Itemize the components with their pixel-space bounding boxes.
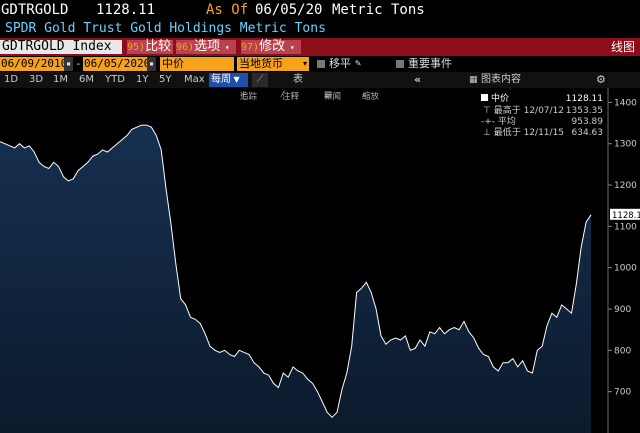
end-date-field[interactable]: 06/05/2020 bbox=[83, 57, 150, 71]
y-tick-label: 900 bbox=[614, 305, 631, 315]
legend-avg-row: -+- 平均 953.89 bbox=[474, 117, 606, 128]
start-calendar-icon[interactable]: ▪ bbox=[64, 57, 73, 71]
chart-area: 700 800 900 1000 1100 1200 1300 1400 1128.1 bbox=[0, 88, 640, 433]
compare-button[interactable]: 95)比较 bbox=[127, 40, 173, 54]
y-tick-label: 1200 bbox=[614, 181, 637, 191]
high-marker-icon: ⊤ bbox=[483, 106, 494, 116]
compare-num: 95) bbox=[127, 42, 146, 53]
annotate-label: 注释 bbox=[282, 92, 300, 102]
timeframe-ytd[interactable]: YTD bbox=[105, 72, 125, 88]
y-tick-label: 1000 bbox=[614, 264, 637, 274]
compare-label: 比较 bbox=[145, 39, 172, 54]
period-caret-icon: ▼ bbox=[231, 75, 240, 84]
legend-avg-label: 平均 bbox=[497, 117, 516, 127]
options-button[interactable]: 96)选项 ▾ bbox=[176, 40, 236, 54]
end-calendar-icon[interactable]: ▪ bbox=[147, 57, 156, 71]
as-of-label: As Of bbox=[206, 2, 249, 18]
edit-button[interactable]: 97)修改 ▾ bbox=[241, 40, 301, 54]
options-num: 96) bbox=[176, 42, 195, 53]
as-of-date: 06/05/20 bbox=[255, 2, 323, 18]
edit-caret-icon: ▾ bbox=[285, 43, 295, 52]
start-date-field[interactable]: 06/09/2010 bbox=[0, 57, 67, 71]
legend-high-label: 最高于 bbox=[493, 106, 521, 116]
y-tick-label: 800 bbox=[614, 346, 631, 356]
chart-legend: 中价 1128.11 ⊤ 最高于 12/07/12 1353.35 -+- 平均 95… bbox=[474, 91, 606, 139]
y-tick-label: 1100 bbox=[614, 222, 637, 232]
line-chart-icon[interactable]: ⟋ bbox=[252, 73, 268, 87]
legend-low-label: 最低于 bbox=[493, 128, 521, 138]
series-swatch bbox=[481, 94, 488, 101]
pencil-icon[interactable]: ✎ bbox=[355, 56, 361, 72]
chart-type-label: 线图 bbox=[611, 40, 636, 54]
edit-num: 97) bbox=[241, 42, 260, 53]
avg-marker-icon: -+- bbox=[481, 117, 498, 127]
legend-high-row: ⊤ 最高于 12/07/12 1353.35 bbox=[474, 106, 606, 117]
zoom-label: 缩放 bbox=[362, 92, 380, 102]
description-text: SPDR Gold Trust Gold Holdings Metric Ton… bbox=[5, 21, 326, 36]
last-price: 1128.11 bbox=[96, 2, 156, 18]
timeframe-3d[interactable]: 3D bbox=[29, 72, 43, 88]
events-label: 重要事件 bbox=[408, 57, 452, 70]
low-marker-icon: ⊥ bbox=[483, 128, 494, 138]
security-field[interactable]: GDTRGOLD Index bbox=[0, 40, 122, 54]
period-select[interactable]: 每周 ▼ bbox=[209, 73, 248, 87]
y-axis: 700 800 900 1000 1100 1200 1300 1400 1128.1 bbox=[607, 88, 640, 433]
timeframe-1d[interactable]: 1D bbox=[4, 72, 18, 88]
currency-select[interactable]: 当地货币 ▾ bbox=[237, 57, 309, 71]
shift-checkbox[interactable] bbox=[317, 60, 325, 68]
last-value-label: 1128.1 bbox=[612, 211, 640, 221]
timeframe-5y[interactable]: 5Y bbox=[159, 72, 171, 88]
controls-bar: 06/09/2010 ▪ - 06/05/2020 ▪ 中价 当地货币 ▾ 移平 … bbox=[0, 56, 640, 72]
date-separator: - bbox=[75, 57, 82, 70]
currency-caret-icon: ▾ bbox=[302, 59, 307, 68]
table-view-button[interactable]: 表 bbox=[293, 72, 303, 88]
command-bar: GDTRGOLD Index 95)比较 96)选项 ▾ 97)修改 ▾ 线图 bbox=[0, 38, 640, 56]
timeframe-1m[interactable]: 1M bbox=[53, 72, 68, 88]
legend-high-value: 1353.35 bbox=[565, 106, 603, 116]
series-area bbox=[0, 125, 591, 433]
ticker: GDTRGOLD bbox=[1, 2, 69, 18]
legend-series-row: 中价 1128.11 bbox=[474, 94, 606, 105]
currency-value: 当地货币 bbox=[239, 57, 283, 70]
timeframe-1y[interactable]: 1Y bbox=[136, 72, 148, 88]
news-label: 新闻 bbox=[324, 92, 342, 102]
y-tick-label: 1300 bbox=[614, 140, 637, 150]
timeframe-max[interactable]: Max bbox=[184, 72, 205, 88]
legend-low-date: 12/11/15 bbox=[523, 128, 565, 138]
timeframe-6m[interactable]: 6M bbox=[79, 72, 94, 88]
legend-low-value: 634.63 bbox=[571, 128, 604, 138]
collapse-icon[interactable]: « bbox=[414, 72, 421, 88]
chart-content-icon: ▦ bbox=[469, 75, 478, 85]
options-label: 选项 bbox=[194, 39, 221, 54]
shift-label: 移平 bbox=[329, 57, 351, 70]
chart-content-label[interactable]: 图表内容 bbox=[481, 72, 521, 88]
legend-series-name: 中价 bbox=[491, 94, 510, 104]
y-tick-label: 700 bbox=[614, 388, 631, 398]
legend-series-value: 1128.11 bbox=[565, 94, 603, 104]
period-value: 每周 bbox=[211, 74, 231, 85]
price-field-select[interactable]: 中价 bbox=[160, 57, 234, 71]
quote-header: GDTRGOLD 1128.11 As Of 06/05/20 Metric T… bbox=[0, 0, 640, 20]
options-caret-icon: ▾ bbox=[220, 43, 230, 52]
unit-label: Metric Tons bbox=[332, 2, 425, 18]
edit-label: 修改 bbox=[259, 39, 286, 54]
price-field-value: 中价 bbox=[162, 57, 184, 70]
legend-avg-value: 953.89 bbox=[571, 117, 604, 127]
legend-low-row: ⊥ 最低于 12/11/15 634.63 bbox=[474, 128, 606, 139]
events-checkbox[interactable] bbox=[396, 60, 404, 68]
settings-gear-icon[interactable]: ⚙ bbox=[596, 72, 606, 88]
track-label: 追踪 bbox=[240, 92, 258, 102]
security-description: SPDR Gold Trust Gold Holdings Metric Ton… bbox=[0, 20, 640, 38]
timeframe-bar: 1D 3D 1M 6M YTD 1Y 5Y Max 每周 ▼ ⟋ 表 « ▦ 图… bbox=[0, 72, 640, 88]
legend-high-date: 12/07/12 bbox=[523, 106, 565, 116]
y-tick-label: 1400 bbox=[614, 98, 637, 108]
